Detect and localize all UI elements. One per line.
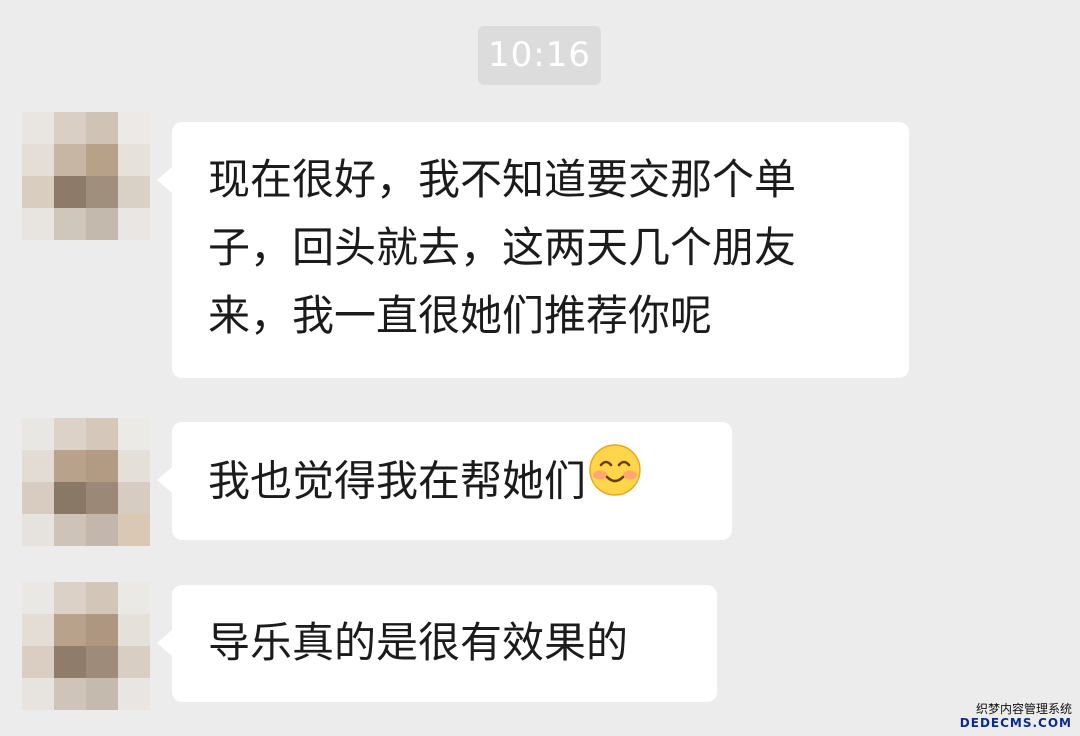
watermark-line: 织梦内容管理系统 [975,702,1072,716]
message-text-line: 现在很好，我不知道要交那个单 [208,155,797,204]
avatar[interactable] [22,418,150,546]
smiling-face-icon [588,443,642,517]
watermark: 织梦内容管理系统 DEDECMS.COM [960,702,1072,730]
message-text-line: 子，回头就去，这两天几个朋友 [208,223,797,272]
avatar[interactable] [22,112,150,240]
message-bubble[interactable]: 我也觉得我在帮她们 [157,422,732,540]
avatar[interactable] [22,582,150,710]
watermark-line: DEDECMS.COM [959,716,1072,730]
message-text: 我也觉得我在帮她们 [208,456,587,506]
message-text: 导乐真的是很有效果的 [208,618,629,667]
message-text-line: 来，我一直很她们推荐你呢 [208,291,713,340]
message-bubble[interactable]: 现在很好，我不知道要交那个单 子，回头就去，这两天几个朋友 来，我一直很她们推荐… [157,122,909,378]
message-timestamp: 10:16 [478,26,601,85]
message-bubble[interactable]: 导乐真的是很有效果的 [157,585,717,702]
